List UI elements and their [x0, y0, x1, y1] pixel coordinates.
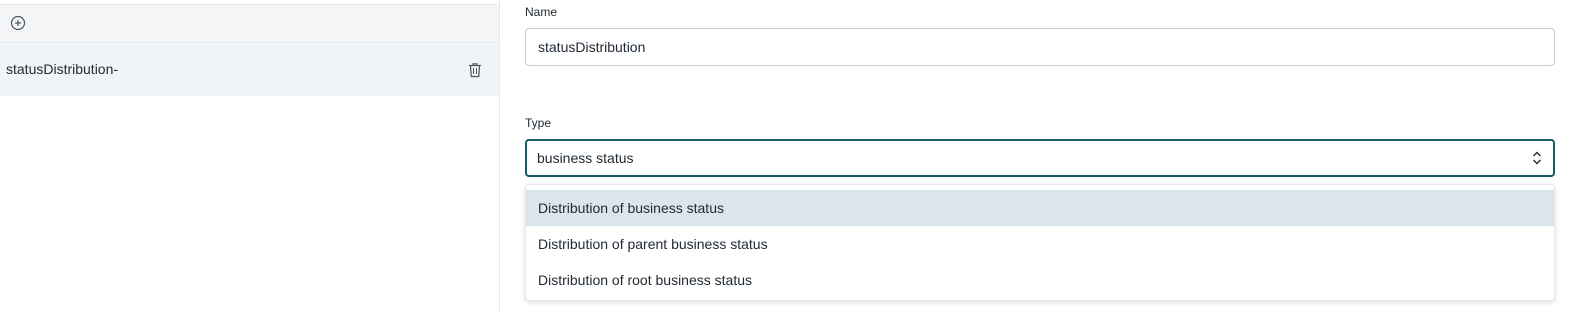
type-dropdown: Distribution of business status Distribu…: [525, 184, 1555, 301]
chevron-up-down-icon[interactable]: [1531, 150, 1543, 166]
name-input[interactable]: [525, 28, 1555, 66]
type-label: Type: [525, 116, 552, 130]
dropdown-option[interactable]: Distribution of root business status: [526, 262, 1554, 298]
plus-circle-icon[interactable]: [10, 15, 26, 31]
app-root: statusDistribution- Name Type business s…: [0, 0, 1570, 312]
list-item-label: statusDistribution-: [6, 61, 119, 77]
left-panel: statusDistribution-: [0, 0, 500, 312]
type-select[interactable]: business status: [525, 139, 1555, 177]
name-label: Name: [525, 5, 558, 19]
trash-icon[interactable]: [468, 62, 482, 78]
type-search-value[interactable]: business status: [537, 150, 634, 166]
left-toolbar: [0, 4, 499, 43]
list-item[interactable]: statusDistribution-: [0, 44, 499, 96]
dropdown-option[interactable]: Distribution of business status: [526, 190, 1554, 226]
dropdown-option[interactable]: Distribution of parent business status: [526, 226, 1554, 262]
